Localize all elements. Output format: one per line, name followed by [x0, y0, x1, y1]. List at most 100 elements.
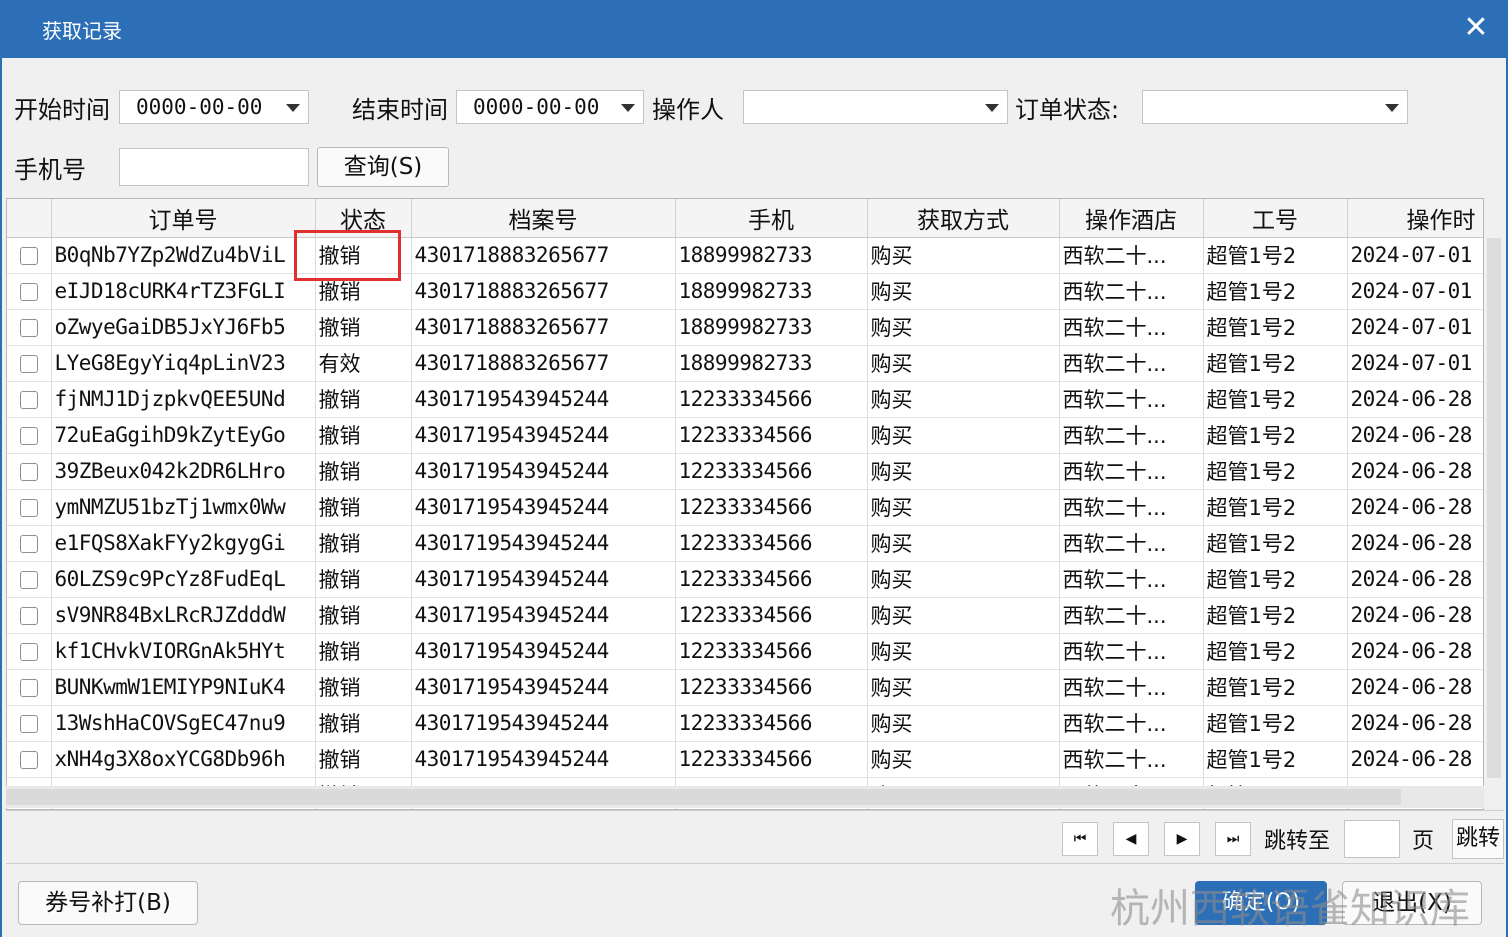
row-checkbox[interactable] [19, 571, 38, 589]
table-row[interactable]: ymNMZU51bzTj1wmx0Ww 撤销 4301719543945244 122… [7, 489, 1483, 526]
table-cell: 购买 [867, 561, 1060, 598]
end-time-combo[interactable]: 0000-00-00 [456, 90, 644, 124]
records-table: 订单号 状态 档案号 手机 获取方式 操作酒店 工号 操作时 B0qNb7YZp2WdZu4b… [7, 199, 1483, 809]
table-cell: 购买 [867, 525, 1060, 562]
first-page-icon[interactable]: ⏮ [1062, 822, 1098, 856]
table-row[interactable]: e1FQS8XakFYy2kgygGi 撤销 4301719543945244 122… [7, 525, 1483, 562]
row-checkbox-cell [7, 345, 52, 382]
table-body: B0qNb7YZp2WdZu4bViL 撤销 4301718883265677 188… [7, 237, 1483, 809]
table-cell: 西软二十... [1059, 633, 1204, 670]
ok-button[interactable]: 确定(O) [1195, 881, 1327, 925]
row-checkbox[interactable] [19, 643, 38, 661]
horizontal-scroll-thumb[interactable] [6, 789, 1401, 805]
table-cell: 购买 [867, 417, 1060, 454]
table-cell: 西软二十... [1059, 705, 1204, 742]
column-header[interactable]: 操作时 [1347, 199, 1483, 238]
column-header[interactable]: 状态 [315, 199, 412, 238]
table-cell: 西软二十... [1059, 345, 1204, 382]
row-checkbox[interactable] [19, 715, 38, 733]
table-row[interactable]: kf1CHvkVIORGnAk5HYt 撤销 4301719543945244 122… [7, 633, 1483, 670]
jump-button[interactable]: 跳转 [1452, 819, 1504, 859]
operator-combo[interactable] [743, 90, 1008, 124]
vertical-scroll-thumb[interactable] [1487, 238, 1501, 778]
table-row[interactable]: fjNMJ1DjzpkvQEE5UNd 撤销 4301719543945244 122… [7, 381, 1483, 418]
column-header[interactable]: 获取方式 [867, 199, 1060, 238]
table-cell: 4301718883265677 [411, 237, 676, 274]
table-cell: 购买 [867, 633, 1060, 670]
table-cell: 购买 [867, 669, 1060, 706]
column-header[interactable]: 操作酒店 [1059, 199, 1204, 238]
prev-page-icon[interactable]: ◀ [1113, 822, 1149, 856]
table-row[interactable]: xNH4g3X8oxYCG8Db96h 撤销 4301719543945244 122… [7, 741, 1483, 778]
query-button[interactable]: 查询(S) [317, 147, 449, 187]
table-cell: 超管1号2 [1203, 453, 1348, 490]
row-checkbox[interactable] [19, 535, 38, 553]
chevron-down-icon[interactable] [621, 104, 635, 112]
row-checkbox-cell [7, 633, 52, 670]
row-checkbox[interactable] [19, 499, 38, 517]
page-number-input[interactable] [1344, 820, 1400, 858]
row-checkbox[interactable] [19, 391, 38, 409]
exit-button[interactable]: 退出(X) [1342, 881, 1482, 925]
end-time-label: 结束时间 [352, 96, 448, 124]
table-cell: 撤销 [315, 669, 412, 706]
column-header[interactable]: 手机 [675, 199, 868, 238]
table-row[interactable]: 39ZBeux042k2DR6LHro 撤销 4301719543945244 122… [7, 453, 1483, 490]
chevron-down-icon[interactable] [286, 104, 300, 112]
row-checkbox[interactable] [19, 283, 38, 301]
table-row[interactable]: eIJD18cURK4rTZ3FGLI 撤销 4301718883265677 188… [7, 273, 1483, 310]
table-cell: 西软二十... [1059, 525, 1204, 562]
table-cell: 撤销 [315, 525, 412, 562]
horizontal-scrollbar[interactable] [6, 786, 1484, 808]
chevron-down-icon[interactable] [1385, 104, 1399, 112]
row-checkbox[interactable] [19, 247, 38, 265]
table-row[interactable]: 72uEaGgihD9kZytEyGo 撤销 4301719543945244 122… [7, 417, 1483, 454]
row-checkbox-cell [7, 489, 52, 526]
table-cell: kf1CHvkVIORGnAk5HYt [51, 633, 316, 670]
row-checkbox-cell [7, 309, 52, 346]
pager-bar: ⏮ ◀ ▶ ⏭ 跳转至 页 跳转 [6, 810, 1504, 864]
row-checkbox[interactable] [19, 463, 38, 481]
row-checkbox[interactable] [19, 427, 38, 445]
column-header[interactable]: 档案号 [411, 199, 676, 238]
table-cell: 13WshHaCOVSgEC47nu9 [51, 705, 316, 742]
order-status-label: 订单状态: [1015, 96, 1120, 124]
column-header[interactable] [7, 199, 52, 238]
table-cell: 2024-06-28 [1347, 453, 1483, 490]
close-icon[interactable]: ✕ [1458, 10, 1494, 46]
vertical-scrollbar[interactable] [1484, 198, 1504, 810]
table-cell: 西软二十... [1059, 489, 1204, 526]
table-row[interactable]: BUNKwmW1EMIYP9NIuK4 撤销 4301719543945244 122… [7, 669, 1483, 706]
column-header[interactable]: 工号 [1203, 199, 1348, 238]
table-row[interactable]: sV9NR84BxLRcRJZdddW 撤销 4301719543945244 122… [7, 597, 1483, 634]
order-status-combo[interactable] [1142, 90, 1408, 124]
row-checkbox[interactable] [19, 319, 38, 337]
row-checkbox[interactable] [19, 607, 38, 625]
column-header[interactable]: 订单号 [51, 199, 316, 238]
start-time-combo[interactable]: 0000-00-00 [119, 90, 309, 124]
table-row[interactable]: oZwyeGaiDB5JxYJ6Fb5 撤销 4301718883265677 188… [7, 309, 1483, 346]
row-checkbox-cell [7, 705, 52, 742]
end-time-value: 0000-00-00 [473, 95, 600, 119]
table-row[interactable]: 13WshHaCOVSgEC47nu9 撤销 4301719543945244 122… [7, 705, 1483, 742]
row-checkbox[interactable] [19, 355, 38, 373]
table-cell: 4301718883265677 [411, 345, 676, 382]
table-cell: 4301719543945244 [411, 381, 676, 418]
table-cell: 西软二十... [1059, 381, 1204, 418]
last-page-icon[interactable]: ⏭ [1215, 822, 1251, 856]
row-checkbox[interactable] [19, 679, 38, 697]
table-cell: eIJD18cURK4rTZ3FGLI [51, 273, 316, 310]
next-page-icon[interactable]: ▶ [1164, 822, 1200, 856]
table-cell: 西软二十... [1059, 237, 1204, 274]
table-row[interactable]: 60LZS9c9PcYz8FudEqL 撤销 4301719543945244 122… [7, 561, 1483, 598]
table-cell: BUNKwmW1EMIYP9NIuK4 [51, 669, 316, 706]
phone-input[interactable] [119, 148, 309, 186]
row-checkbox[interactable] [19, 751, 38, 769]
table-row[interactable]: LYeG8EgyYiq4pLinV23 有效 4301718883265677 188… [7, 345, 1483, 382]
reprint-coupon-button[interactable]: 券号补打(B) [18, 881, 198, 925]
chevron-down-icon[interactable] [985, 104, 999, 112]
table-cell: 有效 [315, 345, 412, 382]
table-row[interactable]: B0qNb7YZp2WdZu4bViL 撤销 4301718883265677 188… [7, 237, 1483, 274]
table-cell: B0qNb7YZp2WdZu4bViL [51, 237, 316, 274]
table-cell: 4301719543945244 [411, 597, 676, 634]
